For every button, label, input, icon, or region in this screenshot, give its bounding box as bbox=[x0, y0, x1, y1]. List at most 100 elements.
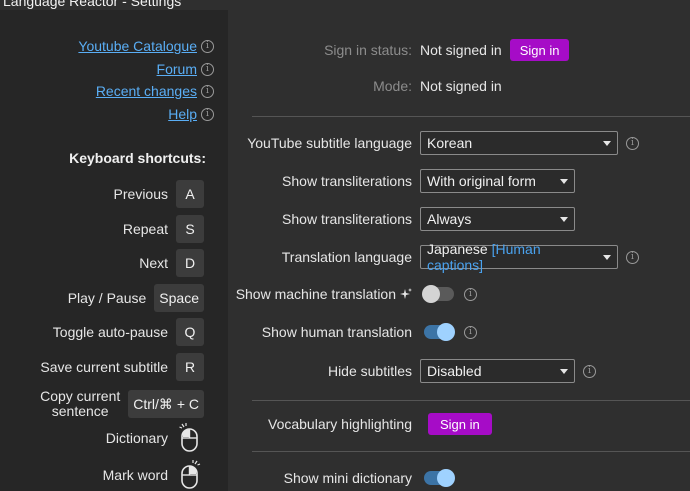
shortcut-key: S bbox=[176, 215, 204, 243]
human-translation-toggle[interactable] bbox=[424, 323, 455, 341]
info-icon[interactable]: i bbox=[201, 107, 214, 121]
info-icon[interactable]: i bbox=[464, 287, 477, 301]
shortcut-label: Next bbox=[139, 254, 168, 271]
chevron-down-icon bbox=[560, 216, 568, 222]
transliterations-form-select[interactable]: With original form bbox=[420, 169, 575, 193]
shortcut-label-line2: sentence bbox=[51, 403, 109, 419]
transliterations-form-row: Show transliterations With original form bbox=[228, 168, 690, 194]
mouse-right-click-icon bbox=[176, 460, 204, 490]
shortcut-label: Copy current sentence bbox=[40, 389, 120, 419]
hide-subtitles-select[interactable]: Disabled bbox=[420, 359, 575, 383]
youtube-subtitle-language-row: YouTube subtitle language Korean i bbox=[228, 130, 690, 156]
shortcut-label: Repeat bbox=[122, 220, 168, 237]
toggle-knob bbox=[437, 323, 455, 341]
link-row-help: Help i bbox=[168, 105, 214, 123]
shortcut-label: Previous bbox=[113, 185, 168, 202]
transliterations-when-select[interactable]: Always bbox=[420, 207, 575, 231]
shortcut-key: A bbox=[176, 180, 204, 208]
mini-dictionary-label: Show mini dictionary bbox=[283, 470, 412, 486]
shortcut-row-dictionary: Dictionary bbox=[105, 423, 204, 453]
shortcut-label: Toggle auto-pause bbox=[52, 323, 168, 340]
shortcut-row-save-subtitle: Save current subtitle R bbox=[40, 353, 204, 381]
select-value: Korean bbox=[427, 135, 473, 151]
keyboard-shortcuts-title: Keyboard shortcuts: bbox=[69, 150, 206, 166]
hide-subtitles-label: Hide subtitles bbox=[327, 363, 412, 379]
human-translation-label: Show human translation bbox=[261, 324, 412, 340]
transliterations-when-row: Show transliterations Always bbox=[228, 206, 690, 232]
info-icon[interactable]: i bbox=[626, 136, 639, 150]
translation-language-value: Japanese bbox=[427, 241, 488, 257]
mode-label: Mode: bbox=[373, 78, 412, 94]
machine-translation-toggle[interactable] bbox=[422, 285, 454, 303]
sidebar: Youtube Catalogue i Forum i Recent chang… bbox=[0, 10, 228, 491]
help-link[interactable]: Help bbox=[168, 106, 197, 122]
link-row-youtube-catalogue: Youtube Catalogue i bbox=[78, 37, 214, 55]
shortcut-row-play-pause: Play / Pause Space bbox=[68, 284, 204, 312]
transliterations-label: Show transliterations bbox=[282, 173, 412, 189]
mouse-left-click-icon bbox=[176, 423, 204, 453]
chevron-down-icon bbox=[560, 178, 568, 184]
recent-changes-link[interactable]: Recent changes bbox=[96, 83, 197, 99]
shortcut-label: Dictionary bbox=[105, 429, 168, 446]
toggle-knob bbox=[437, 469, 455, 487]
shortcut-key: Space bbox=[154, 284, 204, 312]
sign-in-button[interactable]: Sign in bbox=[509, 39, 570, 61]
info-icon[interactable]: i bbox=[583, 364, 596, 378]
link-row-forum: Forum i bbox=[157, 60, 214, 78]
translation-language-label: Translation language bbox=[281, 249, 412, 265]
youtube-subtitle-language-select[interactable]: Korean bbox=[420, 131, 618, 155]
divider bbox=[252, 451, 690, 452]
sign-in-status-value: Not signed in bbox=[420, 42, 502, 58]
chevron-down-icon bbox=[603, 140, 611, 146]
human-translation-row: Show human translation i bbox=[228, 319, 690, 345]
translation-language-select[interactable]: Japanese [Human captions] bbox=[420, 241, 618, 273]
machine-translation-row: Show machine translation i bbox=[228, 281, 690, 307]
shortcut-row-mark-word: Mark word bbox=[102, 460, 204, 490]
shortcut-label: Play / Pause bbox=[67, 289, 147, 306]
select-value: Japanese [Human captions] bbox=[427, 241, 597, 273]
select-value: Disabled bbox=[427, 363, 482, 379]
divider bbox=[252, 400, 690, 401]
info-icon[interactable]: i bbox=[464, 325, 477, 339]
select-value: Always bbox=[427, 211, 472, 227]
youtube-subtitle-language-label: YouTube subtitle language bbox=[247, 135, 412, 151]
settings-panel: Sign in status: Not signed in Sign in Mo… bbox=[228, 10, 690, 491]
youtube-catalogue-link[interactable]: Youtube Catalogue bbox=[78, 38, 197, 54]
vocabulary-highlighting-label: Vocabulary highlighting bbox=[268, 416, 412, 432]
machine-translation-label: Show machine translation bbox=[235, 286, 396, 302]
divider bbox=[252, 116, 690, 117]
shortcut-key: Q bbox=[176, 318, 204, 346]
sign-in-status-label: Sign in status: bbox=[324, 42, 412, 58]
info-icon[interactable]: i bbox=[201, 62, 214, 76]
link-row-recent-changes: Recent changes i bbox=[96, 82, 214, 100]
shortcut-label-line1: Copy current bbox=[40, 388, 121, 404]
mode-value: Not signed in bbox=[420, 78, 502, 94]
info-icon[interactable]: i bbox=[626, 250, 639, 264]
shortcut-row-copy-sentence: Copy current sentence Ctrl/⌘ + C bbox=[40, 388, 204, 420]
info-icon[interactable]: i bbox=[201, 84, 214, 98]
mini-dictionary-toggle[interactable] bbox=[424, 469, 455, 487]
shortcut-row-previous: Previous A bbox=[114, 180, 204, 208]
shortcut-row-toggle-auto-pause: Toggle auto-pause Q bbox=[53, 318, 204, 346]
chevron-down-icon bbox=[603, 254, 611, 260]
window-title: Language Reactor - Settings bbox=[3, 0, 182, 9]
info-icon[interactable]: i bbox=[201, 39, 214, 53]
select-value: With original form bbox=[427, 173, 536, 189]
forum-link[interactable]: Forum bbox=[157, 61, 197, 77]
shortcut-label: Save current subtitle bbox=[40, 358, 168, 375]
vocabulary-sign-in-button[interactable]: Sign in bbox=[428, 413, 492, 435]
chevron-down-icon bbox=[560, 368, 568, 374]
shortcut-label: Mark word bbox=[102, 466, 168, 483]
hide-subtitles-row: Hide subtitles Disabled i bbox=[228, 358, 690, 384]
translation-language-row: Translation language Japanese [Human cap… bbox=[228, 241, 690, 273]
toggle-knob bbox=[422, 285, 440, 303]
shortcut-key: D bbox=[176, 249, 204, 277]
mode-row: Mode: Not signed in bbox=[228, 73, 690, 99]
shortcut-key: R bbox=[176, 353, 204, 381]
shortcut-row-repeat: Repeat S bbox=[123, 215, 204, 243]
shortcut-key: Ctrl/⌘ + C bbox=[128, 390, 204, 418]
transliterations-label: Show transliterations bbox=[282, 211, 412, 227]
mini-dictionary-row: Show mini dictionary bbox=[228, 465, 690, 491]
shortcut-row-next: Next D bbox=[139, 249, 204, 277]
vocabulary-highlighting-row: Vocabulary highlighting Sign in bbox=[228, 411, 690, 437]
